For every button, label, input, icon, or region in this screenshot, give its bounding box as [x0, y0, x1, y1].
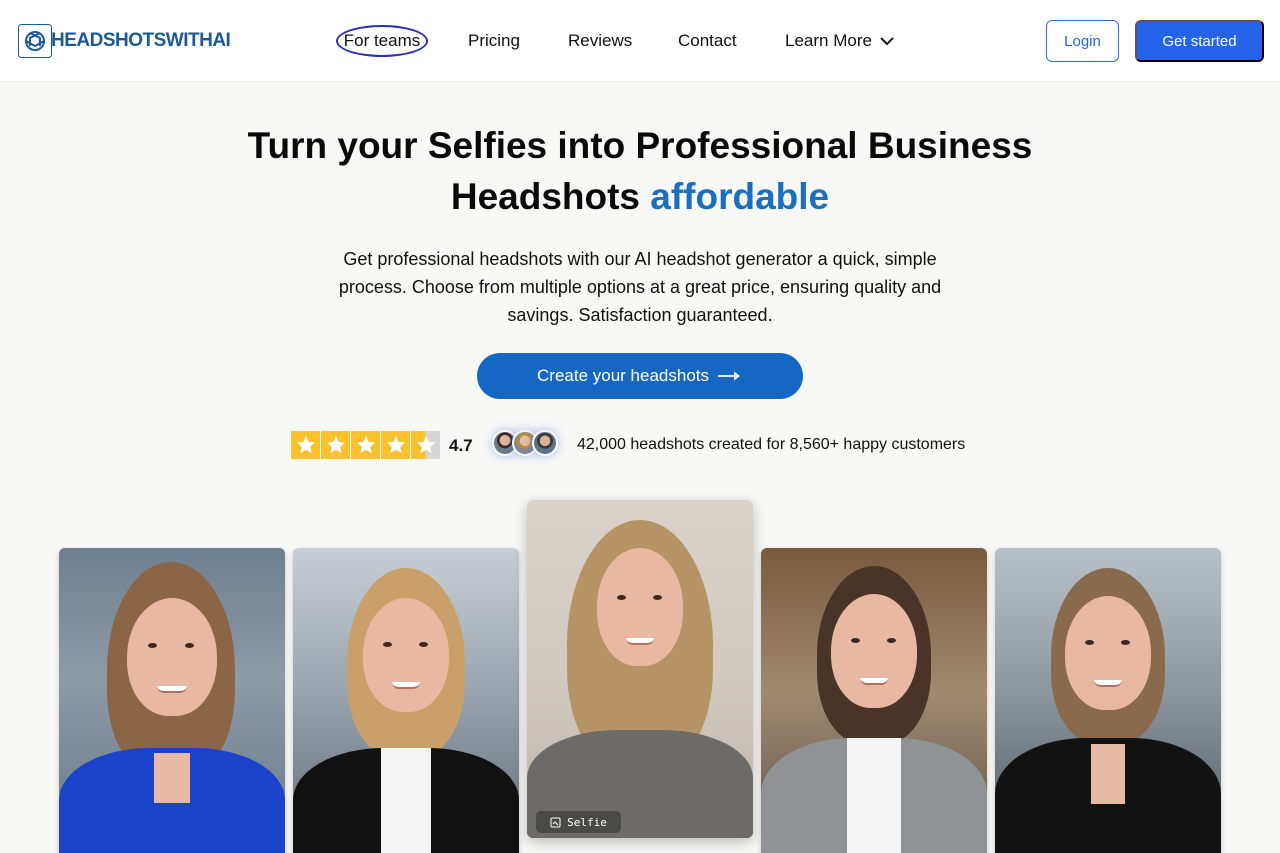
- site-header: HEADSHOTSWITHAI For teams Pricing Review…: [0, 0, 1280, 82]
- arrow-right-icon: [718, 371, 740, 381]
- avatar: [532, 430, 558, 456]
- customers-count: 42,000 headshots created for 8,560+ happ…: [577, 436, 966, 453]
- customer-avatars: [492, 430, 558, 456]
- star-icon: [291, 431, 320, 459]
- brand-name: HEADSHOTSWITHAI: [51, 30, 231, 51]
- headshot-image-blue-blazer: [59, 548, 285, 853]
- chevron-down-icon: [880, 37, 894, 46]
- create-headshots-label: Create your headshots: [537, 366, 709, 385]
- headshot-image-black-blazer: [293, 548, 519, 853]
- selfie-badge: Selfie: [536, 811, 621, 833]
- star-icon: [321, 431, 350, 459]
- half-star-icon: [411, 431, 440, 459]
- star-icon: [351, 431, 380, 459]
- nav-for-teams[interactable]: For teams: [336, 25, 428, 57]
- star-rating: [291, 431, 440, 459]
- nav-learn-more-label: Learn More: [785, 31, 872, 50]
- upload-photo-icon: [550, 817, 561, 827]
- rating-value: 4.7: [449, 436, 473, 455]
- nav-contact[interactable]: Contact: [678, 30, 737, 52]
- headshot-image-gray-blazer: [761, 548, 987, 853]
- nav-reviews[interactable]: Reviews: [568, 30, 632, 52]
- nav-pricing[interactable]: Pricing: [468, 30, 520, 52]
- brand-logo[interactable]: HEADSHOTSWITHAI: [18, 24, 231, 58]
- selfie-label: Selfie: [567, 815, 607, 829]
- nav-learn-more[interactable]: Learn More: [785, 30, 895, 52]
- star-icon: [381, 431, 410, 459]
- create-headshots-button[interactable]: Create your headshots: [477, 353, 803, 399]
- headshot-image-black-suit: [995, 548, 1221, 853]
- hero-title-main: Turn your Selfies into Professional Busi…: [247, 125, 1033, 217]
- openai-knot-icon: [18, 24, 52, 58]
- selfie-image: Selfie: [527, 500, 753, 838]
- hero-title-accent: affordable: [650, 176, 830, 217]
- hero-subtitle: Get professional headshots with our AI h…: [338, 249, 942, 325]
- login-button[interactable]: Login: [1046, 20, 1119, 62]
- hero-title: Turn your Selfies into Professional Busi…: [200, 120, 1080, 222]
- get-started-button[interactable]: Get started: [1135, 20, 1264, 62]
